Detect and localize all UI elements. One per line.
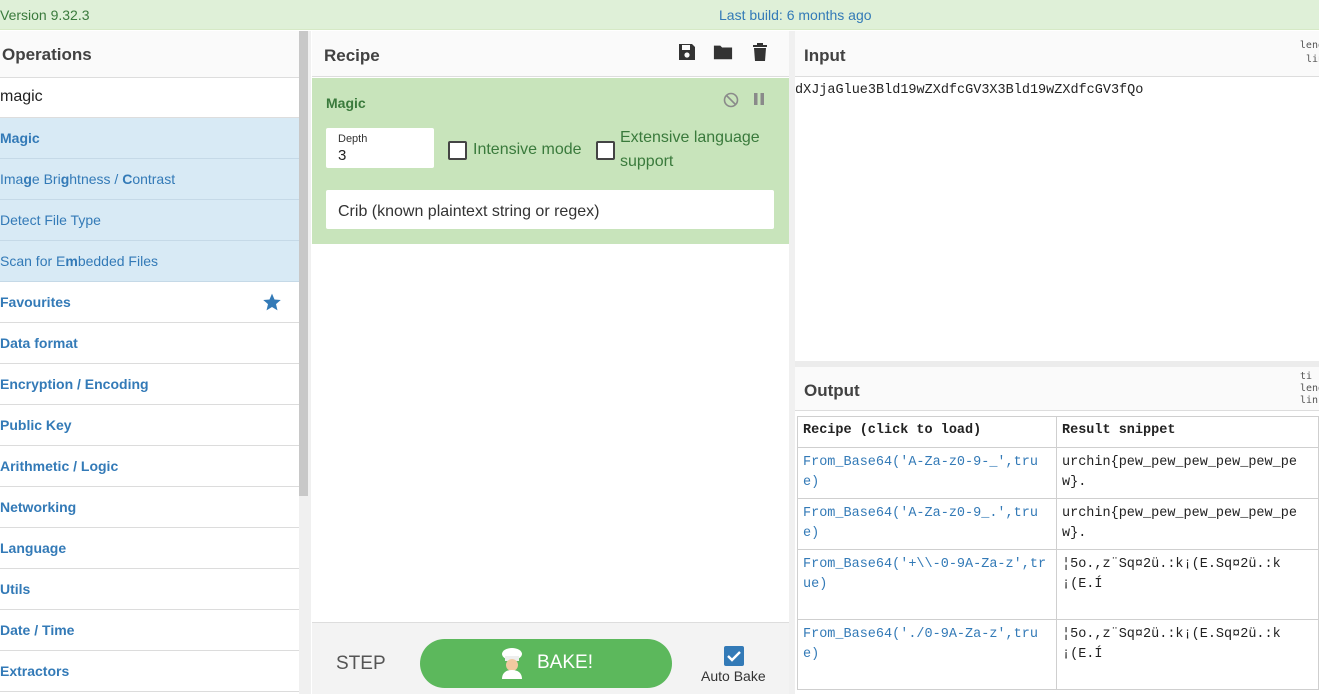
recipe-panel: Recipe Magic Depth 3 Intensive mode Exte… (312, 31, 789, 694)
category-data-format[interactable]: Data format (0, 323, 299, 364)
pause-icon[interactable] (753, 92, 765, 106)
result-snippet: urchin{pew_pew_pew_pew_pew_pew}. (1056, 447, 1319, 499)
op-item-magic[interactable]: Magic (0, 118, 299, 159)
depth-label: Depth (338, 133, 368, 145)
trash-icon[interactable] (750, 42, 770, 62)
category-utils[interactable]: Utils (0, 569, 299, 610)
bake-label: BAKE! (537, 652, 593, 673)
input-stat-lines: lin (1305, 54, 1319, 65)
depth-field[interactable]: Depth 3 (326, 128, 434, 168)
auto-bake-checkbox[interactable] (724, 646, 744, 666)
crib-input[interactable]: Crib (known plaintext string or regex) (326, 190, 774, 229)
category-networking[interactable]: Networking (0, 487, 299, 528)
input-stats: leng lin (1294, 39, 1319, 67)
recipe-link[interactable]: From_Base64('A-Za-z0-9-_',true) (797, 447, 1057, 499)
recipe-op-magic[interactable]: Magic Depth 3 Intensive mode Extensive l… (312, 78, 789, 244)
input-stat-length: leng (1299, 40, 1319, 51)
version-banner: Version 9.32.3 Last build: 6 months ago (0, 0, 1319, 30)
output-title: Output (804, 381, 860, 400)
category-public-key[interactable]: Public Key (0, 405, 299, 446)
recipe-link[interactable]: From_Base64('./0-9A-Za-z',true) (797, 619, 1057, 690)
output-stat-lines: lin (1300, 395, 1319, 406)
magic-results-table: Recipe (click to load) Result snippet Fr… (797, 416, 1319, 690)
extensive-language-label: Extensive language (620, 129, 760, 146)
star-icon[interactable] (262, 292, 282, 312)
op-item-detect-file-type[interactable]: Detect File Type (0, 200, 299, 241)
depth-value: 3 (338, 147, 347, 164)
recipe-title: Recipe (324, 46, 380, 65)
input-panel: Input leng lin dXJjaGlue3Bld19wZXdfcGV3X… (795, 31, 1319, 361)
bake-button[interactable]: BAKE! (420, 639, 672, 688)
bake-controls: STEP BAKE! Auto Bake (312, 622, 789, 694)
column-header: Recipe (click to load) (797, 416, 1057, 448)
chef-icon (502, 648, 522, 679)
extensive-language-label-line2: support (620, 153, 674, 170)
category-extractors[interactable]: Extractors (0, 651, 299, 692)
column-header: Result snippet (1056, 416, 1319, 448)
recipe-link[interactable]: From_Base64('+\\-0-9A-Za-z',true) (797, 549, 1057, 620)
category-arithmetic-logic[interactable]: Arithmetic / Logic (0, 446, 299, 487)
output-stat-time: ti (1300, 371, 1313, 382)
operations-scrollbar[interactable] (299, 31, 308, 496)
save-icon[interactable] (677, 42, 697, 62)
recipe-link[interactable]: From_Base64('A-Za-z0-9_.',true) (797, 498, 1057, 550)
category-favourites[interactable]: Favourites (0, 282, 299, 323)
op-label: Image Brightness / Contrast (0, 171, 176, 187)
table-row: From_Base64('+\\-0-9A-Za-z',true) ¦5o.,z… (797, 549, 1319, 620)
version-label: Version 9.32.3 (0, 7, 90, 23)
check-icon (727, 651, 741, 662)
category-label: Favourites (0, 294, 71, 310)
last-build-link[interactable]: Last build: 6 months ago (719, 7, 872, 23)
category-language[interactable]: Language (0, 528, 299, 569)
op-item-image-brightness[interactable]: Image Brightness / Contrast (0, 159, 299, 200)
op-label: Scan for Embedded Files (0, 253, 158, 269)
input-title: Input (804, 46, 846, 65)
operations-panel: Operations magic Magic Image Brightness … (0, 31, 299, 694)
output-stats: ti leng lin (1300, 371, 1319, 407)
intensive-mode-checkbox[interactable] (448, 141, 467, 160)
intensive-mode-label: Intensive mode (473, 141, 582, 158)
disable-icon[interactable] (723, 92, 739, 108)
folder-icon[interactable] (713, 42, 733, 62)
input-header: Input leng lin (795, 31, 1319, 77)
operations-search-input[interactable]: magic (0, 78, 299, 118)
table-row: From_Base64('A-Za-z0-9-_',true) urchin{p… (797, 447, 1319, 499)
result-snippet: ¦5o.,z¨Sq¤2ü.:k¡(E.Sq¤2ü.:k¡(E.Í (1056, 619, 1319, 690)
table-header-row: Recipe (click to load) Result snippet (797, 416, 1319, 448)
table-row: From_Base64('A-Za-z0-9_.',true) urchin{p… (797, 498, 1319, 550)
recipe-header: Recipe (312, 31, 789, 77)
result-snippet: urchin{pew_pew_pew_pew_pew_pew}. (1056, 498, 1319, 550)
category-date-time[interactable]: Date / Time (0, 610, 299, 651)
recipe-op-title: Magic (326, 95, 366, 111)
input-textarea[interactable]: dXJjaGlue3Bld19wZXdfcGV3X3Bld19wZXdfcGV3… (795, 83, 1143, 98)
table-row: From_Base64('./0-9A-Za-z',true) ¦5o.,z¨S… (797, 619, 1319, 690)
auto-bake-label: Auto Bake (701, 668, 766, 684)
category-encryption-encoding[interactable]: Encryption / Encoding (0, 364, 299, 405)
op-item-scan-embedded[interactable]: Scan for Embedded Files (0, 241, 299, 282)
step-button[interactable]: STEP (336, 653, 386, 675)
output-stat-length: leng (1300, 383, 1319, 394)
extensive-language-checkbox[interactable] (596, 141, 615, 160)
output-panel: Output ti leng lin Recipe (click to load… (795, 367, 1319, 694)
output-header: Output ti leng lin (795, 367, 1319, 411)
result-snippet: ¦5o.,z¨Sq¤2ü.:k¡(E.Sq¤2ü.:k¡(E.Í (1056, 549, 1319, 620)
operations-title: Operations (0, 31, 299, 78)
